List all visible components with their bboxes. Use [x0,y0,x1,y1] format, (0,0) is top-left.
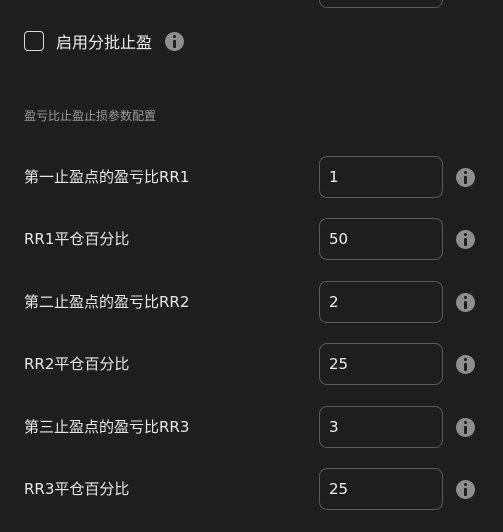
field-label-rr1: 第一止盈点的盈亏比RR1 [24,168,190,186]
info-icon[interactable] [456,168,475,187]
rr3-close-percent-input[interactable] [319,468,443,510]
rr3-input[interactable] [319,406,443,448]
partial-take-profit-row: 启用分批止盈 [24,28,185,54]
field-row-rr2-close: RR2平仓百分比 [0,343,503,385]
info-icon[interactable] [456,355,475,374]
field-row-rr3-close: RR3平仓百分比 [0,468,503,510]
field-row-rr3: 第三止盈点的盈亏比RR3 [0,406,503,448]
partial-take-profit-label: 启用分批止盈 [56,33,153,52]
rr1-close-percent-input[interactable] [319,218,443,260]
info-icon[interactable] [165,31,185,51]
info-icon[interactable] [456,230,475,249]
info-icon[interactable] [456,480,475,499]
field-label-rr2-close: RR2平仓百分比 [24,355,130,373]
field-label-rr3: 第三止盈点的盈亏比RR3 [24,418,190,436]
previous-field-input[interactable] [319,0,443,8]
field-row-rr1: 第一止盈点的盈亏比RR1 [0,156,503,198]
settings-panel: 启用分批止盈 盈亏比止盈止损参数配置 第一止盈点的盈亏比RR1 RR1平仓百分比… [0,0,503,532]
field-label-rr2: 第二止盈点的盈亏比RR2 [24,293,190,311]
field-label-rr1-close: RR1平仓百分比 [24,230,130,248]
partial-take-profit-checkbox[interactable] [24,31,44,51]
info-icon[interactable] [456,293,475,312]
field-label-rr3-close: RR3平仓百分比 [24,480,130,498]
section-title: 盈亏比止盈止损参数配置 [24,109,157,123]
rr2-close-percent-input[interactable] [319,343,443,385]
rr2-input[interactable] [319,281,443,323]
rr1-input[interactable] [319,156,443,198]
field-row-rr1-close: RR1平仓百分比 [0,218,503,260]
info-icon[interactable] [456,418,475,437]
field-row-rr2: 第二止盈点的盈亏比RR2 [0,281,503,323]
